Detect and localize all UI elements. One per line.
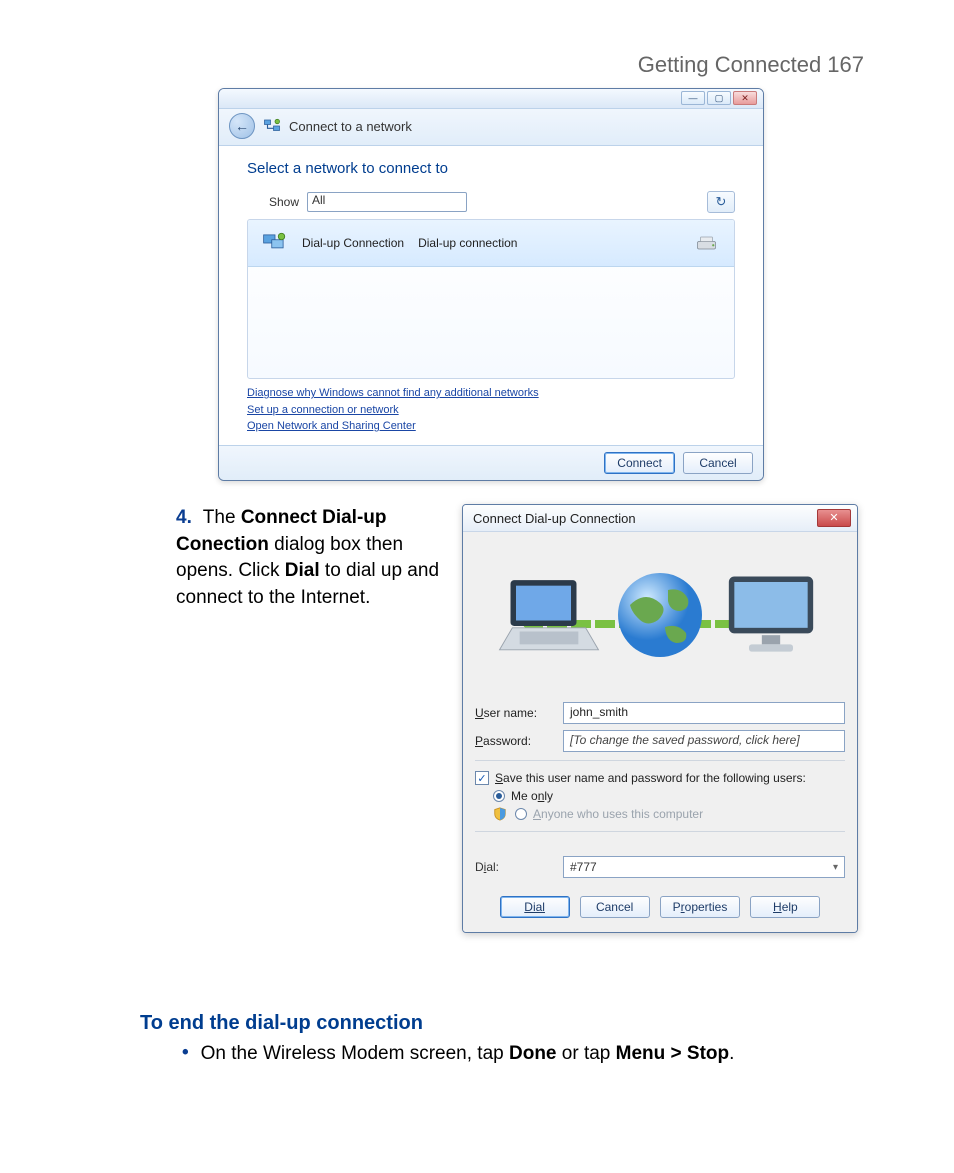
- back-button[interactable]: ←: [229, 113, 255, 139]
- globe-icon: [610, 565, 710, 665]
- dial-label: Dial:: [475, 860, 553, 874]
- properties-button[interactable]: Properties: [660, 896, 741, 918]
- step-text-bold2: Dial: [285, 560, 320, 581]
- diagnose-link[interactable]: Diagnose why Windows cannot find any add…: [247, 385, 735, 402]
- dial-button[interactable]: Dial: [500, 896, 570, 918]
- minimize-button[interactable]: —: [681, 91, 705, 105]
- anyone-label: Anyone who uses this computer: [533, 807, 703, 821]
- step-number: 4.: [176, 507, 192, 528]
- bullet-dot: •: [182, 1043, 189, 1065]
- show-label: Show: [247, 195, 299, 209]
- dialup-dialog: Connect Dial-up Connection ✕: [462, 504, 858, 933]
- monitor-icon: [716, 565, 826, 665]
- chevron-down-icon: ▾: [833, 862, 838, 873]
- dial-value: #777: [570, 860, 597, 874]
- refresh-button[interactable]: ↻: [707, 191, 735, 213]
- end-heading: To end the dial-up connection: [140, 1012, 880, 1035]
- network-item[interactable]: Dial-up Connection Dial-up connection: [248, 220, 734, 267]
- dialog-titlebar: Connect Dial-up Connection ✕: [463, 505, 857, 532]
- window-chrome: — ▢ ✕: [219, 89, 763, 109]
- network-list: Dial-up Connection Dial-up connection: [247, 219, 735, 379]
- password-label: Password:: [475, 734, 553, 748]
- dial-combobox[interactable]: #777 ▾: [563, 856, 845, 878]
- prompt-text: Select a network to connect to: [247, 160, 735, 177]
- laptop-icon: [494, 565, 604, 665]
- maximize-button[interactable]: ▢: [707, 91, 731, 105]
- network-icon: [263, 117, 281, 135]
- network-name: Dial-up Connection: [302, 236, 404, 250]
- page-header: Getting Connected 167: [638, 52, 864, 78]
- me-only-label: Me only: [511, 789, 553, 803]
- cancel-button[interactable]: Cancel: [683, 452, 753, 474]
- help-links: Diagnose why Windows cannot find any add…: [247, 379, 735, 437]
- cancel-button[interactable]: Cancel: [580, 896, 650, 918]
- dialog-footer: Dial Cancel Properties Help: [463, 886, 857, 932]
- step-4-text: 4. The Connect Dial-up Conection dialog …: [176, 505, 454, 611]
- shield-icon: [493, 807, 507, 821]
- divider: [475, 831, 845, 832]
- modem-icon: [696, 232, 720, 254]
- me-only-radio[interactable]: [493, 790, 505, 802]
- show-select[interactable]: All: [307, 192, 467, 212]
- dialog-hero: [463, 532, 857, 692]
- save-label: Save this user name and password for the…: [495, 771, 806, 785]
- username-label: User name:: [475, 706, 553, 720]
- window-toolbar: ← Connect to a network: [219, 109, 763, 146]
- end-text: On the Wireless Modem screen, tap Done o…: [201, 1043, 735, 1065]
- computers-icon: [262, 230, 288, 256]
- username-field[interactable]: john_smith: [563, 702, 845, 724]
- network-type: Dial-up connection: [418, 236, 517, 250]
- divider: [475, 760, 845, 761]
- end-section: To end the dial-up connection • On the W…: [140, 1012, 880, 1065]
- anyone-radio: [515, 808, 527, 820]
- password-field[interactable]: [To change the saved password, click her…: [563, 730, 845, 752]
- help-button[interactable]: Help: [750, 896, 820, 918]
- step-text-pre: The: [203, 507, 241, 528]
- connect-button[interactable]: Connect: [604, 452, 675, 474]
- dialog-title: Connect Dial-up Connection: [473, 511, 636, 526]
- setup-link[interactable]: Set up a connection or network: [247, 402, 735, 419]
- save-checkbox[interactable]: ✓: [475, 771, 489, 785]
- window-footer: Connect Cancel: [219, 445, 763, 480]
- connect-network-window: — ▢ ✕ ← Connect to a network Select a ne…: [218, 88, 764, 481]
- sharing-center-link[interactable]: Open Network and Sharing Center: [247, 418, 735, 435]
- window-title: Connect to a network: [289, 119, 412, 134]
- close-button[interactable]: ✕: [733, 91, 757, 105]
- dialog-close-button[interactable]: ✕: [817, 509, 851, 527]
